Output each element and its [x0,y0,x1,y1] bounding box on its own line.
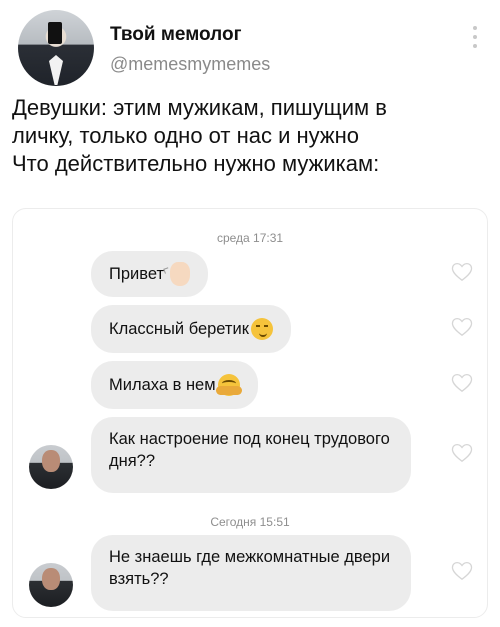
message-bubble[interactable]: Классный беретик [91,305,291,353]
message-text: Как настроение под конец трудового дня?? [109,430,390,470]
heart-icon[interactable] [451,317,473,337]
waving-hand-icon [170,262,191,286]
more-options-icon[interactable] [472,26,478,48]
post-text: Девушки: этим мужикам, пишущим в личку, … [12,94,492,178]
sender-avatar[interactable] [29,563,73,607]
smirking-face-icon [250,318,273,340]
message-text: Привет [109,265,165,283]
sender-avatar[interactable] [29,445,73,489]
message-bubble[interactable]: Привет [91,251,209,297]
author-avatar[interactable] [18,10,94,86]
message-text: Милаха в нем [109,376,216,394]
chat-timestamp: среда 17:31 [216,231,284,245]
post-header: Твой мемолог @memesmymemes [18,10,488,90]
post-text-line: личку, только одно от нас и нужно [12,123,360,148]
heart-icon[interactable] [451,561,473,581]
phone-in-avatar [48,22,62,44]
author-handle[interactable]: @memesmymemes [110,54,270,75]
chat-timestamp: Сегодня 15:51 [210,515,290,529]
chat-screenshot: среда 17:31 Привет Классный беретик Мила… [12,208,488,618]
message-bubble[interactable]: Милаха в нем [91,361,258,409]
post-text-line: Девушки: этим мужикам, пишущим в [12,95,387,120]
avatar-face [42,568,60,590]
message-text: Не знаешь где межкомнатные двери взять?? [109,548,391,588]
heart-icon[interactable] [451,373,473,393]
avatar-face [42,450,60,472]
post-text-line: Что действительно нужно мужикам: [12,151,380,176]
heart-icon[interactable] [451,262,473,282]
author-name[interactable]: Твой мемолог [110,24,242,46]
message-text: Классный беретик [109,320,249,338]
hugging-face-icon [215,374,242,396]
message-bubble[interactable]: Не знаешь где межкомнатные двери взять?? [91,535,411,611]
heart-icon[interactable] [451,443,473,463]
shirt-collar-in-avatar [49,55,63,85]
message-bubble[interactable]: Как настроение под конец трудового дня?? [91,417,411,493]
